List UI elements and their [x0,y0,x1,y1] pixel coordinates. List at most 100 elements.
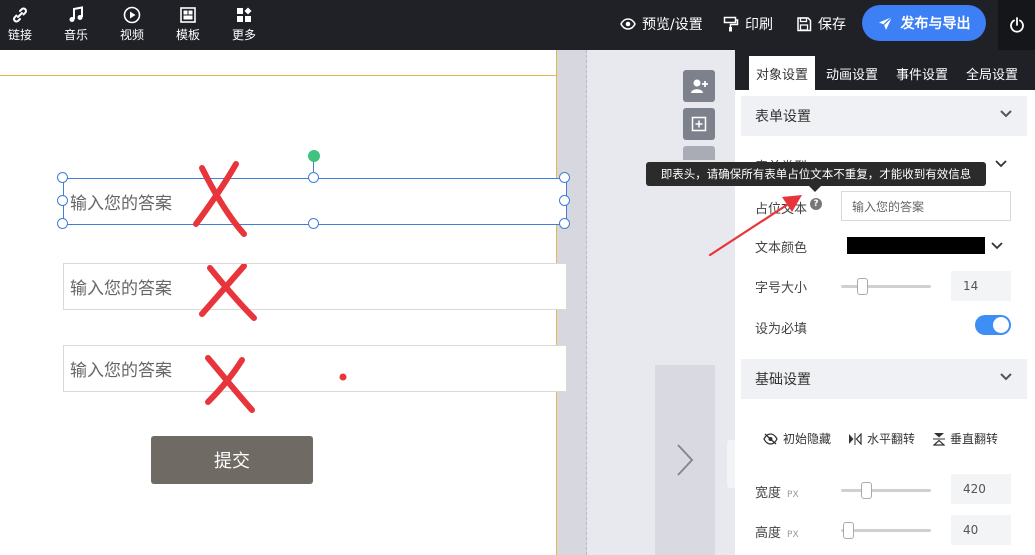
form-field-2-placeholder: 输入您的答案 [70,279,172,299]
font-size-label: 字号大小 [755,281,808,296]
tab-global-settings[interactable]: 全局设置 [959,56,1025,90]
music-tool-label: 音乐 [63,28,88,42]
link-icon [13,7,27,23]
font-size-input[interactable]: 14 [951,271,1011,301]
height-slider-knob[interactable] [843,522,854,539]
more-tool[interactable]: 更多 [224,4,264,44]
preview-settings-label: 预览/设置 [642,17,703,33]
tab-animation-settings-label: 动画设置 [825,67,878,83]
width-label-text: 宽度 [755,486,782,501]
placeholder-text-value: 输入您的答案 [852,199,925,214]
chevron-down-icon [1000,373,1012,381]
page-guide-line [0,75,557,76]
height-input[interactable]: 40 [951,515,1011,545]
font-size-value: 14 [963,279,979,293]
template-tool-label: 模板 [175,28,200,42]
form-field-1-placeholder: 输入您的答案 [70,194,172,214]
vertical-flip-icon [933,432,945,446]
chevron-down-icon [995,160,1007,168]
video-tool[interactable]: 视频 [112,4,152,44]
vertical-flip-button[interactable]: 垂直翻转 [933,430,998,447]
power-icon [1009,17,1024,33]
paper-plane-icon [878,16,892,30]
form-settings-title: 表单设置 [755,109,811,125]
eye-slash-icon [763,432,778,445]
resize-handle-top-left[interactable] [57,172,68,183]
next-page-button[interactable] [655,365,715,555]
width-slider[interactable] [841,482,931,499]
tab-event-settings-label: 事件设置 [895,67,948,83]
placeholder-help-tooltip: 即表头，请确保所有表单占位文本不重复，才能收到有效信息 [646,162,986,192]
publish-export-button[interactable]: 发布与导出 [862,5,986,41]
height-unit: PX [787,530,799,540]
chevron-down-icon [991,242,1003,250]
form-settings-header[interactable]: 表单设置 [741,96,1027,136]
width-label: 宽度 PX [755,482,799,501]
paint-roller-icon [723,16,739,32]
video-tool-label: 视频 [119,28,144,42]
add-user-button[interactable] [683,70,715,102]
print-label: 印刷 [745,17,773,33]
settings-panel: 对象设置 动画设置 事件设置 全局设置 表单设置 表单类型 占位文本 输入您的答… [735,50,1035,555]
placeholder-text-input[interactable]: 输入您的答案 [841,191,1011,221]
height-slider[interactable] [841,522,931,539]
more-icon [237,7,252,22]
music-icon [69,6,83,22]
music-tool[interactable]: 音乐 [56,4,96,44]
width-unit: PX [787,490,799,500]
font-size-slider[interactable] [841,278,931,295]
width-value: 420 [963,482,986,496]
form-field-3[interactable]: 输入您的答案 [63,345,567,392]
text-color-swatch[interactable] [847,237,985,254]
tab-global-settings-label: 全局设置 [965,67,1018,83]
text-color-label: 文本颜色 [755,241,808,256]
page-tool-button[interactable] [683,146,715,160]
required-toggle[interactable] [975,315,1011,335]
submit-label: 提交 [214,451,250,472]
chevron-down-icon [1000,110,1012,118]
tab-object-settings[interactable]: 对象设置 [749,56,815,90]
resize-handle-right[interactable] [559,195,570,206]
chevron-right-icon [677,444,694,476]
rotate-handle[interactable] [308,150,320,162]
horizontal-flip-button[interactable]: 水平翻转 [848,430,915,447]
horizontal-flip-label: 水平翻转 [867,432,916,446]
resize-handle-bottom[interactable] [308,218,319,229]
power-button[interactable] [998,0,1035,50]
tab-event-settings[interactable]: 事件设置 [889,56,955,90]
required-label: 设为必填 [755,322,808,337]
vertical-flip-label: 垂直翻转 [950,432,999,446]
height-value: 40 [963,523,979,537]
height-label: 高度 PX [755,522,799,541]
resize-handle-top-right[interactable] [559,172,570,183]
template-icon [180,7,196,23]
video-icon [123,6,141,24]
basic-settings-header[interactable]: 基础设置 [741,359,1027,399]
link-tool[interactable]: 链接 [0,4,40,44]
link-tool-label: 链接 [7,28,32,42]
width-input[interactable]: 420 [951,474,1011,504]
initial-hide-label: 初始隐藏 [783,432,832,446]
submit-button[interactable]: 提交 [151,436,313,484]
panel-collapse-tab[interactable] [727,440,735,488]
resize-handle-left[interactable] [57,195,68,206]
resize-handle-bottom-left[interactable] [57,218,68,229]
save-icon [797,17,812,32]
help-question-icon[interactable]: ? [810,198,822,210]
font-size-slider-knob[interactable] [857,278,868,295]
tab-animation-settings[interactable]: 动画设置 [819,56,885,90]
resize-handle-top[interactable] [308,172,319,183]
initial-hide-button[interactable]: 初始隐藏 [763,430,831,447]
basic-settings-title: 基础设置 [755,372,811,388]
template-tool[interactable]: 模板 [168,4,208,44]
add-page-button[interactable] [683,108,715,140]
horizontal-flip-icon [849,432,862,445]
save-button[interactable]: 保存 [796,13,846,35]
print-button[interactable]: 印刷 [723,13,773,35]
form-field-3-placeholder: 输入您的答案 [70,361,172,381]
preview-settings-button[interactable]: 预览/设置 [620,13,703,35]
width-slider-knob[interactable] [861,482,872,499]
form-field-2[interactable]: 输入您的答案 [63,263,567,310]
more-tool-label: 更多 [231,28,256,42]
resize-handle-bottom-right[interactable] [559,218,570,229]
